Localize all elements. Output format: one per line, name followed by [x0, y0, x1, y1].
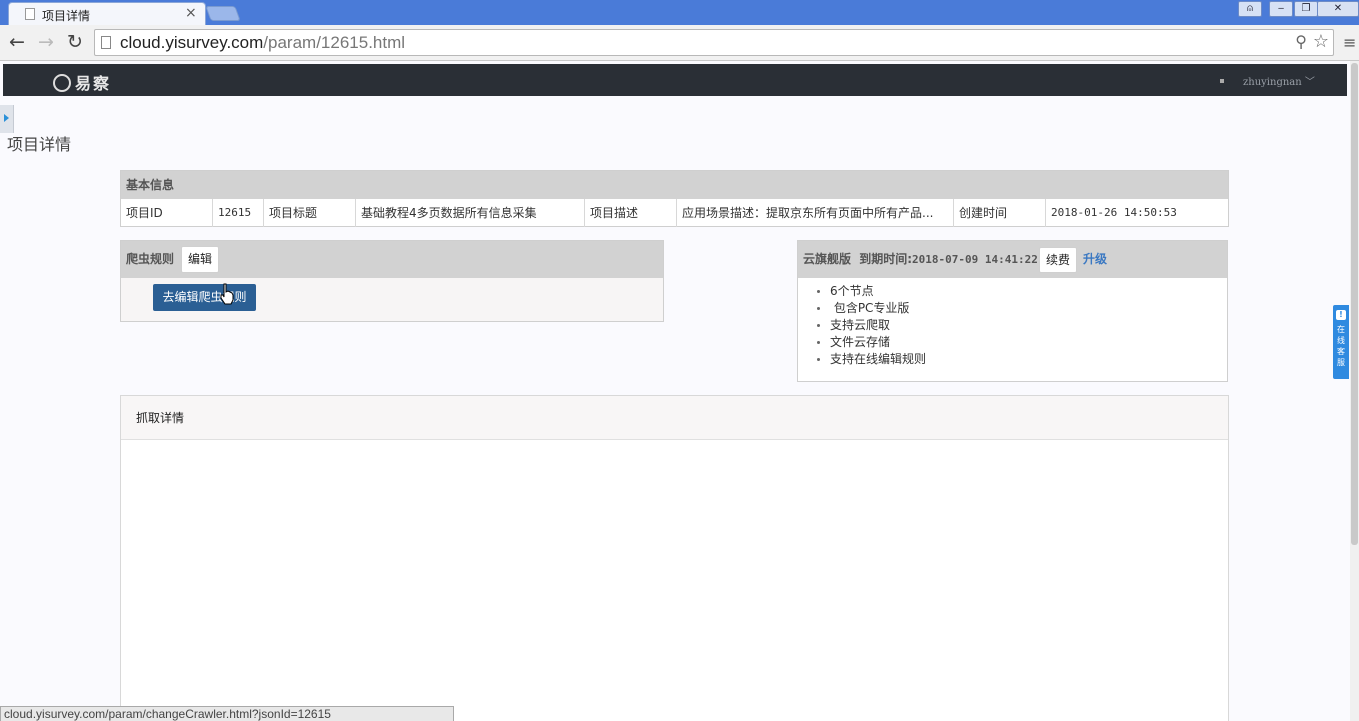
page-icon: [101, 36, 111, 49]
info-value-created-time: 2018-01-26 14:50:53: [1051, 206, 1177, 219]
feature-item: 支持在线编辑规则: [816, 351, 1227, 368]
search-icon[interactable]: ⚲: [1295, 32, 1307, 51]
info-value-project-id: 12615: [213, 199, 264, 227]
site-logo[interactable]: 易察: [53, 70, 111, 94]
info-label-created-time: 创建时间: [954, 199, 1046, 227]
close-window-button[interactable]: ✕: [1317, 1, 1359, 17]
info-label-project-id: 项目ID: [121, 199, 213, 227]
browser-tab[interactable]: 项目详情 ×: [8, 2, 206, 25]
bookmark-star-icon[interactable]: ☆: [1313, 31, 1329, 52]
caret-right-icon: [4, 114, 9, 122]
status-bar-url: cloud.yisurvey.com/param/changeCrawler.h…: [0, 706, 454, 721]
version-name: 云旗舰版: [803, 252, 852, 266]
expire-time: 2018-07-09 14:41:22: [912, 253, 1038, 266]
crawler-rule-heading: 爬虫规则 编辑: [121, 241, 663, 278]
sidebar-toggle[interactable]: [0, 105, 14, 133]
browser-toolbar: ← → ↻ cloud.yisurvey.com/param/12615.htm…: [0, 25, 1359, 61]
basic-info-row: 项目ID 12615 项目标题 基础教程4多页数据所有信息采集 项目描述 应用场…: [121, 199, 1228, 227]
chevron-down-icon: ﹀: [1304, 77, 1315, 88]
crawler-rule-panel: 爬虫规则 编辑 去编辑爬虫规则: [120, 240, 664, 322]
site-header: 易察 zhuyingnan ﹀: [3, 64, 1347, 96]
info-label-project-desc: 项目描述: [585, 199, 677, 227]
minimize-button[interactable]: ‒: [1269, 1, 1293, 17]
info-label-project-title: 项目标题: [264, 199, 356, 227]
tab-title: 项目详情: [42, 9, 91, 23]
vertical-scrollbar[interactable]: [1350, 61, 1359, 721]
url-text[interactable]: cloud.yisurvey.com/param/12615.html: [120, 33, 405, 53]
basic-info-panel: 基本信息 项目ID 12615 项目标题 基础教程4多页数据所有信息采集 项目描…: [120, 170, 1229, 227]
username-label: zhuyingnan: [1243, 77, 1302, 88]
hand-cursor-icon: [220, 283, 234, 305]
crawl-detail-heading: 抓取详情: [121, 396, 1228, 440]
edit-rule-button[interactable]: 编辑: [181, 246, 219, 273]
info-value-project-title: 基础教程4多页数据所有信息采集: [356, 199, 585, 227]
forward-icon[interactable]: →: [34, 30, 58, 54]
logo-icon: [53, 74, 71, 92]
new-tab-button[interactable]: [205, 6, 241, 21]
crawl-detail-panel: 抓取详情: [120, 395, 1229, 721]
feature-item: 支持云爬取: [816, 317, 1227, 334]
close-tab-icon[interactable]: ×: [185, 5, 197, 21]
renew-button[interactable]: 续费: [1039, 247, 1077, 273]
online-service-tab[interactable]: ! 在线客服: [1333, 305, 1349, 379]
url-host: cloud.yisurvey.com: [120, 33, 264, 52]
logo-text: 易察: [75, 74, 112, 93]
address-bar[interactable]: cloud.yisurvey.com/param/12615.html ⚲ ☆: [94, 29, 1334, 56]
back-icon[interactable]: ←: [5, 30, 29, 54]
page-viewport: 易察 zhuyingnan ﹀ 项目详情 基本信息 项目ID 12615 项目标…: [0, 61, 1350, 721]
page-icon: [25, 8, 35, 20]
feature-item: 包含PC专业版: [816, 300, 1227, 317]
basic-info-heading: 基本信息: [121, 171, 1228, 199]
info-value-project-desc: 应用场景描述：提取京东所有页面中所有产品...: [677, 199, 954, 227]
version-panel: 云旗舰版 到期时间:2018-07-09 14:41:22 续费 升级 6个节点…: [797, 240, 1228, 382]
goto-edit-crawler-button[interactable]: 去编辑爬虫规则: [153, 284, 256, 311]
version-heading: 云旗舰版 到期时间:2018-07-09 14:41:22 续费 升级: [798, 241, 1227, 278]
upgrade-link[interactable]: 升级: [1083, 241, 1107, 278]
feature-item: 文件云存储: [816, 334, 1227, 351]
maximize-button[interactable]: ❐: [1294, 1, 1318, 17]
page-title: 项目详情: [7, 135, 72, 154]
scrollbar-thumb[interactable]: [1351, 63, 1358, 545]
feature-item: 6个节点: [816, 283, 1227, 300]
crawler-rule-title: 爬虫规则: [126, 252, 175, 266]
browser-menu-icon[interactable]: ≡: [1343, 33, 1356, 52]
reload-icon[interactable]: ↻: [63, 30, 87, 54]
alert-icon: !: [1336, 310, 1346, 320]
user-profile-icon[interactable]: ⍝: [1238, 1, 1262, 17]
feature-list: 6个节点 包含PC专业版 支持云爬取 文件云存储 支持在线编辑规则: [798, 278, 1227, 368]
browser-titlebar: 项目详情 × ⍝ ‒ ❐ ✕: [0, 0, 1359, 25]
expire-label: 到期时间:: [859, 252, 913, 266]
url-path: /param/12615.html: [263, 33, 406, 52]
user-status-icon: [1220, 79, 1224, 83]
user-menu[interactable]: zhuyingnan ﹀: [1243, 73, 1315, 88]
online-service-label: 在线客服: [1337, 325, 1345, 367]
